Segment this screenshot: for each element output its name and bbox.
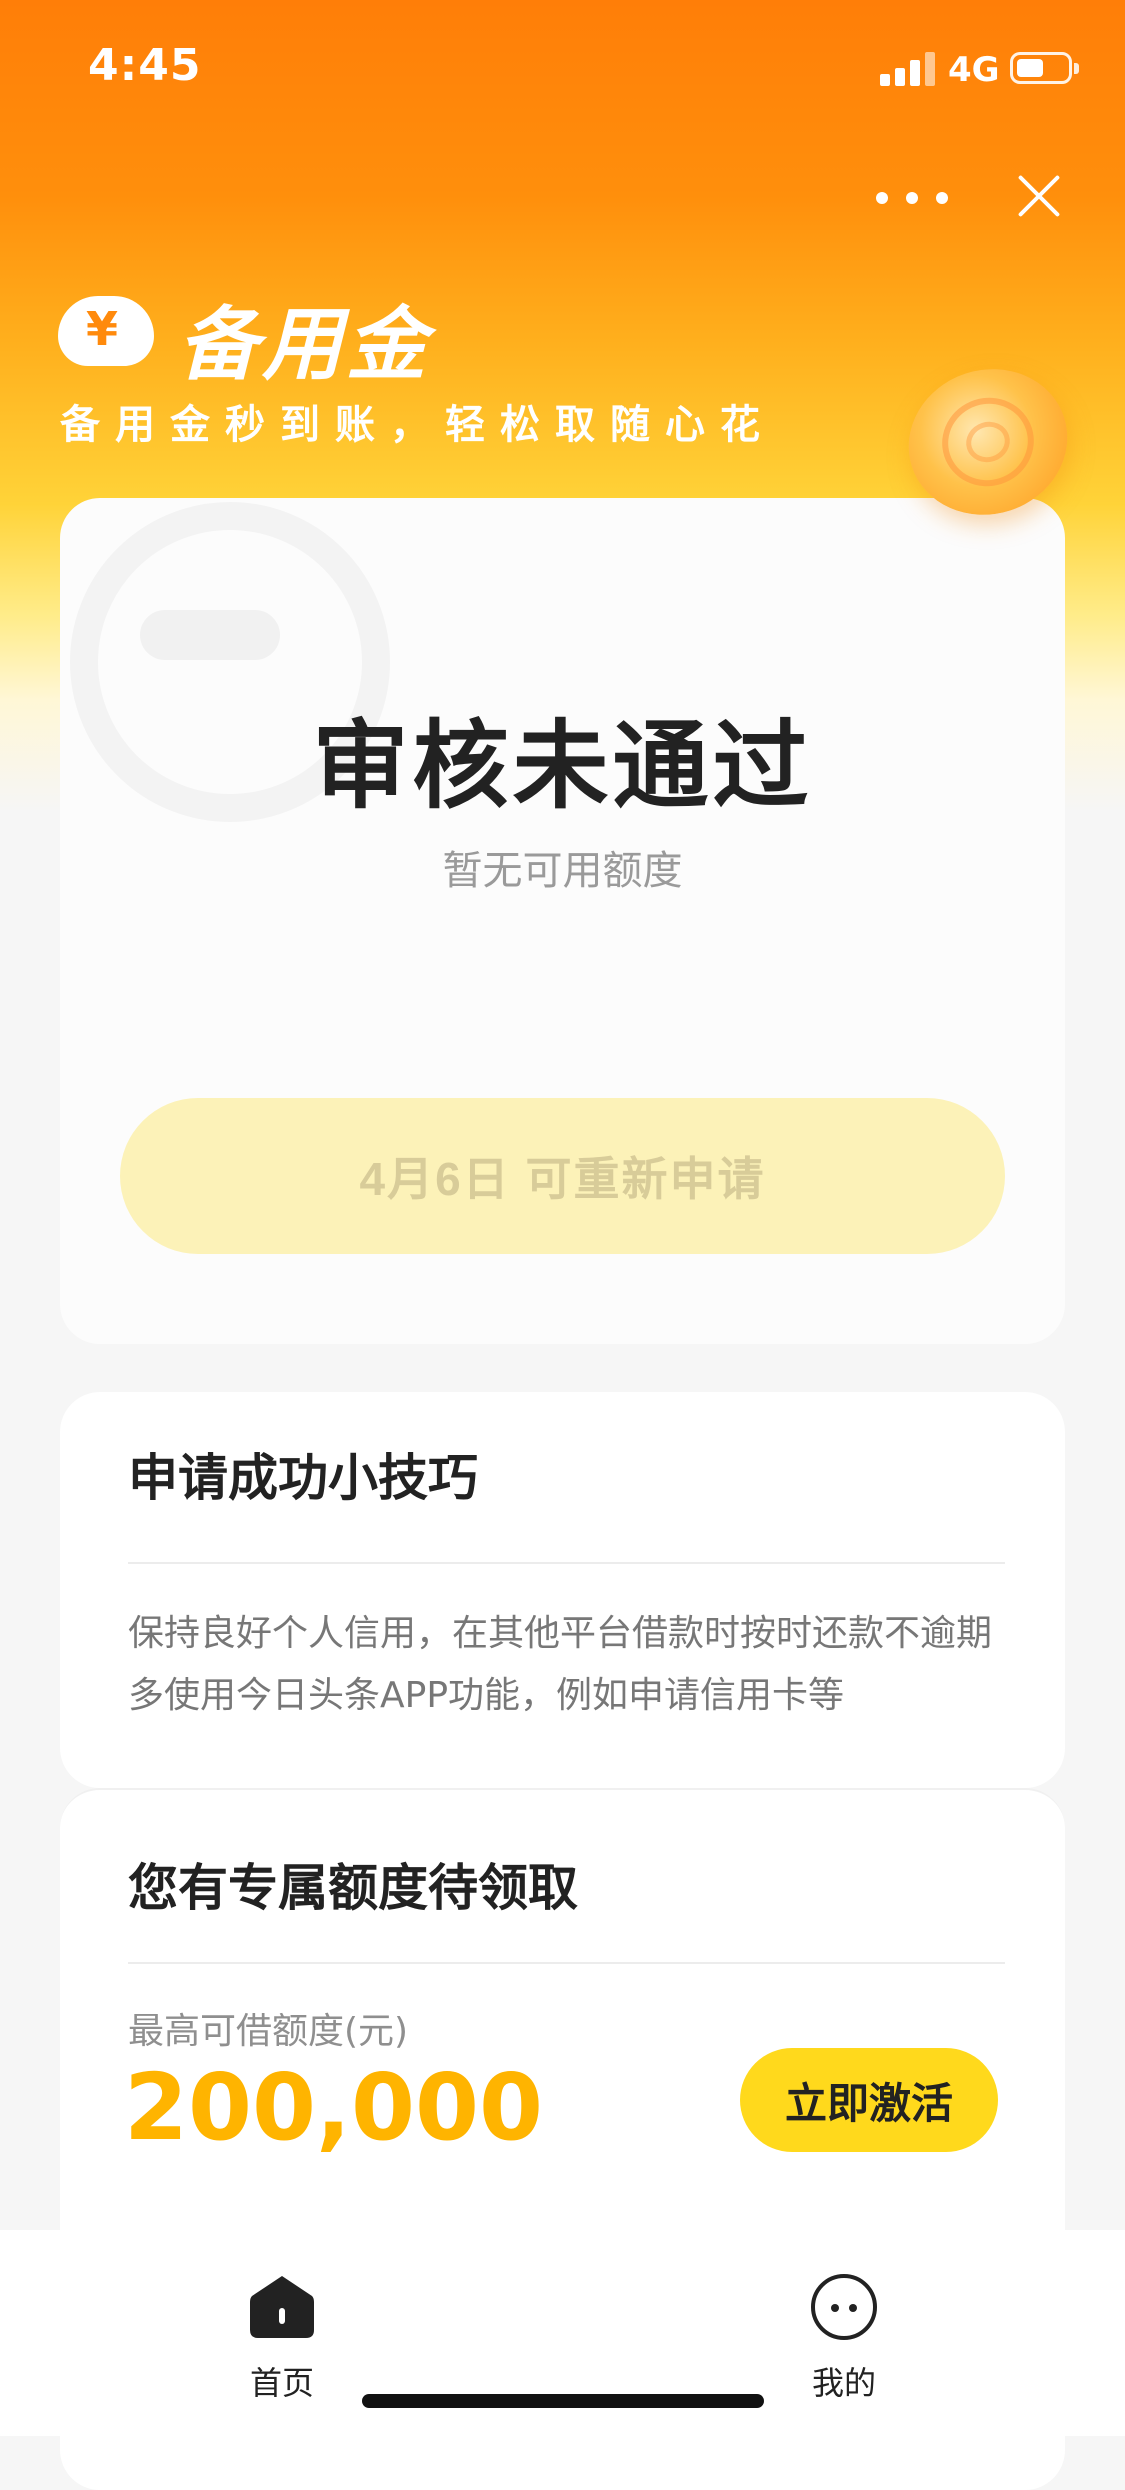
tips-title: 申请成功小技巧 (128, 1449, 478, 1507)
tab-mine[interactable]: 我的 (744, 2250, 944, 2402)
max-quota-amount: 200,000 (124, 2054, 544, 2161)
activate-button[interactable]: 立即激活 (740, 2048, 998, 2152)
quota-title: 您有专属额度待领取 (128, 1859, 578, 1917)
more-options-button[interactable] (876, 178, 948, 218)
tip-item: 多使用今日头条APP功能，例如申请信用卡等 (128, 1675, 845, 1716)
home-icon (250, 2276, 314, 2338)
tab-label: 首页 (249, 2364, 314, 2402)
tab-label: 我的 (811, 2364, 876, 2402)
tab-home[interactable]: 首页 (182, 2250, 382, 2402)
tips-card: 申请成功小技巧 保持良好个人信用，在其他平台借款时按时还款不逾期 多使用今日头条… (60, 1392, 1065, 1788)
review-status-card: 审核未通过 暂无可用额度 4月6日 可重新申请 (60, 498, 1065, 1344)
decorative-bar (140, 610, 280, 660)
yen-cloud-icon: ¥ (58, 288, 154, 366)
max-quota-label: 最高可借额度(元) (128, 2011, 409, 2052)
review-status-title: 审核未通过 (312, 710, 813, 822)
cellular-signal-icon (880, 52, 936, 86)
tip-item: 保持良好个人信用，在其他平台借款时按时还款不逾期 (128, 1613, 993, 1654)
divider (128, 1562, 1005, 1564)
battery-icon (1010, 52, 1079, 84)
close-button[interactable] (1015, 172, 1063, 220)
status-time: 4:45 (88, 40, 202, 91)
brand-slogan: 备用金秒到账，轻松取随心花 (60, 402, 775, 448)
available-quota-text: 暂无可用额度 (442, 848, 683, 894)
reapply-button[interactable]: 4月6日 可重新申请 (120, 1098, 1005, 1254)
profile-face-icon (811, 2274, 877, 2340)
home-indicator (362, 2394, 764, 2408)
brand-name: 备用金 (178, 298, 430, 391)
divider (128, 1962, 1005, 1964)
network-type: 4G (948, 50, 1000, 90)
status-bar: 4:45 4G (0, 0, 1125, 140)
